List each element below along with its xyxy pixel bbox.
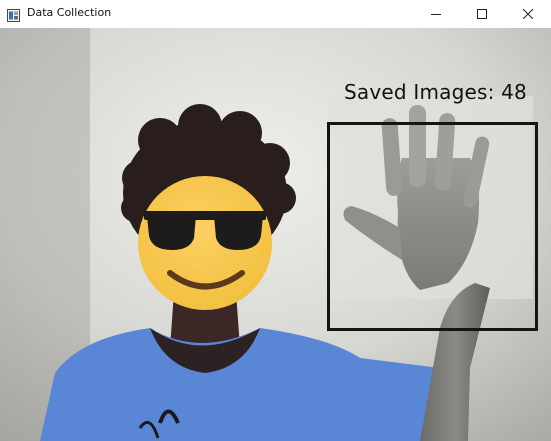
hand-capture-box: [327, 122, 538, 331]
app-icon: [7, 7, 20, 22]
data-collection-window: Data Collection Saved Images: 48: [0, 0, 551, 441]
window-title: Data Collection: [27, 6, 112, 19]
minimize-icon: [431, 9, 441, 19]
sunglasses-emoji-overlay: [138, 176, 272, 310]
saved-images-label: Saved Images:: [344, 80, 495, 104]
close-button[interactable]: [505, 0, 551, 28]
minimize-button[interactable]: [413, 0, 459, 28]
title-bar[interactable]: Data Collection: [0, 0, 551, 28]
maximize-icon: [477, 9, 487, 19]
maximize-button[interactable]: [459, 0, 505, 28]
camera-feed: Saved Images: 48: [0, 28, 551, 441]
close-icon: [523, 9, 533, 19]
saved-images-count: 48: [501, 80, 527, 104]
saved-images-counter: Saved Images: 48: [344, 80, 527, 104]
